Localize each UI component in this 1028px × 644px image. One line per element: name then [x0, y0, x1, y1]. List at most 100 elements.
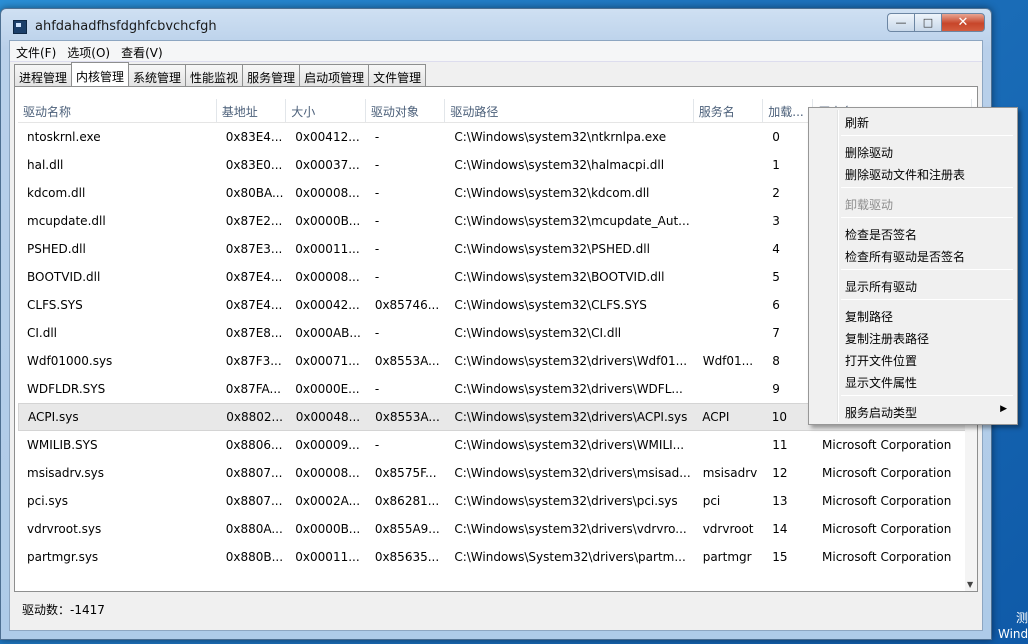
col-base-address-cell: 0x87E8... [225, 326, 283, 340]
col-driver-object-header[interactable]: 驱动对象 [366, 99, 446, 122]
col-load-order-cell: 8 [772, 354, 780, 368]
menu-separator [841, 269, 1013, 270]
ctx-service-start-type-label: 服务启动类型 [845, 406, 918, 420]
menu-file[interactable]: 文件(F) [10, 41, 61, 61]
col-load-order-header[interactable]: 加载... [763, 99, 814, 122]
col-base-address-cell: 0x87FA... [225, 382, 281, 396]
col-driver-name-cell: ACPI.sys [28, 410, 79, 424]
col-service-name-cell: msisadrv [702, 466, 758, 480]
col-driver-object-cell: 0x86281... [374, 494, 440, 508]
col-driver-path-cell: C:\Windows\system32\drivers\ACPI.sys [454, 410, 688, 424]
col-driver-object-cell: 0x855A9... [374, 522, 440, 536]
col-load-order-cell: 6 [772, 298, 780, 312]
col-load-order-cell: 5 [772, 270, 780, 284]
ctx-check-all-signatures[interactable]: 检查所有驱动是否签名 [811, 244, 1015, 266]
col-driver-path-cell: C:\Windows\system32\mcupdate_Aut... [454, 214, 690, 228]
ctx-service-start-type[interactable]: 服务启动类型 ▶ [811, 400, 1015, 422]
col-driver-object-cell: 0x8575F... [374, 466, 437, 480]
col-service-name-header[interactable]: 服务名 [694, 99, 764, 122]
ctx-refresh[interactable]: 刷新 [811, 110, 1015, 132]
col-vendor-cell: Microsoft Corporation [822, 494, 952, 508]
ctx-delete-driver[interactable]: 删除驱动 [811, 140, 1015, 162]
menu-separator [841, 135, 1013, 136]
col-driver-object-cell: - [374, 382, 380, 396]
col-driver-path-cell: C:\Windows\system32\drivers\msisad... [454, 466, 691, 480]
col-size-cell: 0x00008... [295, 466, 360, 480]
col-driver-path-cell: C:\Windows\system32\kdcom.dll [454, 186, 650, 200]
ctx-show-file-properties[interactable]: 显示文件属性 [811, 370, 1015, 392]
tab-kernel[interactable]: 内核管理 [71, 62, 130, 86]
col-size-header[interactable]: 大小 [286, 99, 366, 122]
desktop-corner-text: 测 Wind [998, 610, 1028, 642]
ctx-delete-driver-file-and-registry[interactable]: 删除驱动文件和注册表 [811, 162, 1015, 184]
col-driver-object-cell: - [374, 158, 380, 172]
col-driver-path-header[interactable]: 驱动路径 [445, 99, 694, 122]
tab-system[interactable]: 系统管理 [128, 64, 187, 86]
table-row[interactable]: msisadrv.sys 0x8807... 0x00008... 0x8575F..… [18, 459, 972, 487]
minimize-button[interactable]: — [887, 13, 914, 32]
col-load-order-cell: 12 [772, 466, 788, 480]
table-row[interactable]: partmgr.sys 0x880B... 0x00011... 0x85635...… [18, 543, 972, 571]
tab-services[interactable]: 服务管理 [242, 64, 301, 86]
col-driver-path-cell: C:\Windows\system32\ntkrnlpa.exe [454, 130, 667, 144]
col-driver-object-cell: 0x8553A... [374, 354, 440, 368]
tab-strip: 进程管理 内核管理 系统管理 性能监视 服务管理 启动项管理 文件管理 [14, 62, 427, 86]
maximize-button[interactable]: □ [914, 13, 941, 32]
col-vendor-cell: Microsoft Corporation [822, 550, 952, 564]
col-driver-name-cell: mcupdate.dll [27, 214, 106, 228]
col-base-address-cell: 0x880B... [225, 550, 284, 564]
app-icon [13, 20, 27, 34]
col-driver-name-cell: PSHED.dll [27, 242, 86, 256]
col-base-address-cell: 0x87F3... [225, 354, 282, 368]
tab-process[interactable]: 进程管理 [14, 64, 73, 86]
col-driver-path-cell: C:\Windows\system32\drivers\WMILI... [454, 438, 685, 452]
col-base-address-cell: 0x83E4... [225, 130, 283, 144]
col-base-address-cell: 0x87E2... [225, 214, 283, 228]
col-base-address-cell: 0x8807... [225, 494, 283, 508]
col-driver-name-cell: pci.sys [27, 494, 68, 508]
ctx-copy-registry-path[interactable]: 复制注册表路径 [811, 326, 1015, 348]
col-size-cell: 0x00048... [295, 410, 361, 424]
tab-performance[interactable]: 性能监视 [185, 64, 244, 86]
ctx-copy-path[interactable]: 复制路径 [811, 304, 1015, 326]
col-size-cell: 0x00009... [295, 438, 360, 452]
col-driver-object-cell: 0x85746... [374, 298, 440, 312]
title-bar[interactable]: ahfdahadfhsfdghfcbvchcfgh — □ ✕ [1, 9, 991, 39]
col-driver-path-cell: C:\Windows\system32\drivers\pci.sys [454, 494, 678, 508]
table-row[interactable]: pci.sys 0x8807... 0x0002A... 0x86281... C:\W… [18, 487, 972, 515]
scroll-down-arrow-icon[interactable]: ▼ [967, 580, 973, 589]
ctx-check-signature[interactable]: 检查是否签名 [811, 222, 1015, 244]
menu-options[interactable]: 选项(O) [61, 41, 115, 61]
ctx-delete-driver-label: 删除驱动 [845, 146, 894, 160]
ctx-unload-driver-label: 卸载驱动 [845, 198, 894, 212]
desktop-text-line-1: 测 [1015, 611, 1028, 625]
col-service-name-cell: partmgr [702, 550, 752, 564]
col-driver-name-cell: partmgr.sys [27, 550, 99, 564]
table-row[interactable]: WMILIB.SYS 0x8806... 0x00009... - C:\Windows… [18, 431, 972, 459]
ctx-show-all-drivers[interactable]: 显示所有驱动 [811, 274, 1015, 296]
ctx-copy-path-label: 复制路径 [845, 310, 894, 324]
col-base-address-cell: 0x880A... [225, 522, 283, 536]
col-load-order-cell: 15 [772, 550, 788, 564]
col-size-cell: 0x00008... [295, 186, 360, 200]
ctx-refresh-label: 刷新 [845, 116, 870, 130]
ctx-open-file-location-label: 打开文件位置 [845, 354, 918, 368]
col-driver-name-cell: kdcom.dll [27, 186, 86, 200]
col-driver-name-cell: Wdf01000.sys [27, 354, 113, 368]
ctx-open-file-location[interactable]: 打开文件位置 [811, 348, 1015, 370]
ctx-show-all-drivers-label: 显示所有驱动 [845, 280, 918, 294]
col-driver-name-cell: WDFLDR.SYS [27, 382, 106, 396]
col-driver-object-cell: - [374, 242, 380, 256]
table-row[interactable]: vdrvroot.sys 0x880A... 0x0000B... 0x855A9..… [18, 515, 972, 543]
close-button[interactable]: ✕ [941, 13, 985, 32]
menu-view[interactable]: 查看(V) [115, 41, 168, 61]
col-driver-name-header[interactable]: 驱动名称 [18, 99, 217, 122]
col-driver-path-cell: C:\Windows\system32\CLFS.SYS [454, 298, 647, 312]
col-driver-path-cell: C:\Windows\system32\halmacpi.dll [454, 158, 665, 172]
col-driver-name-cell: CLFS.SYS [27, 298, 83, 312]
col-base-address-header[interactable]: 基地址 [217, 99, 287, 122]
col-load-order-cell: 13 [772, 494, 788, 508]
tab-files[interactable]: 文件管理 [368, 64, 427, 86]
tab-startup[interactable]: 启动项管理 [299, 64, 370, 86]
col-size-cell: 0x0000B... [295, 214, 361, 228]
